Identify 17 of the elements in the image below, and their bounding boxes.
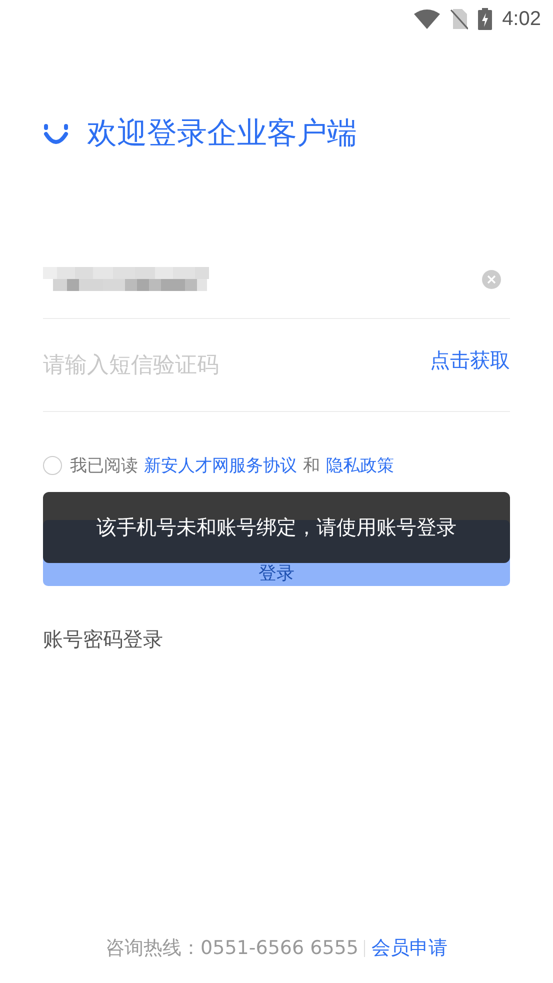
agreement-radio[interactable]: [43, 456, 62, 475]
status-time: 4:02: [502, 8, 541, 30]
battery-icon: [478, 8, 492, 30]
hotline-text: 咨询热线：0551-6566 6555: [106, 936, 358, 961]
member-apply-link[interactable]: 会员申请: [371, 935, 448, 961]
password-login-link[interactable]: 账号密码登录: [43, 626, 163, 653]
smile-logo-icon: [43, 123, 69, 145]
privacy-policy-link[interactable]: 隐私政策: [326, 454, 394, 477]
get-code-link[interactable]: 点击获取: [430, 346, 510, 374]
agreement-text: 我已阅读: [70, 455, 138, 477]
no-sim-icon: [450, 8, 468, 30]
clear-icon[interactable]: [482, 270, 501, 288]
agreement-text: 和: [303, 455, 320, 477]
page-title: 欢迎登录企业客户端: [87, 115, 357, 153]
service-agreement-link[interactable]: 新安人才网服务协议: [144, 454, 297, 477]
wifi-icon: [414, 9, 440, 29]
message-toast: 该手机号未和账号绑定，请使用账号登录: [43, 492, 510, 563]
